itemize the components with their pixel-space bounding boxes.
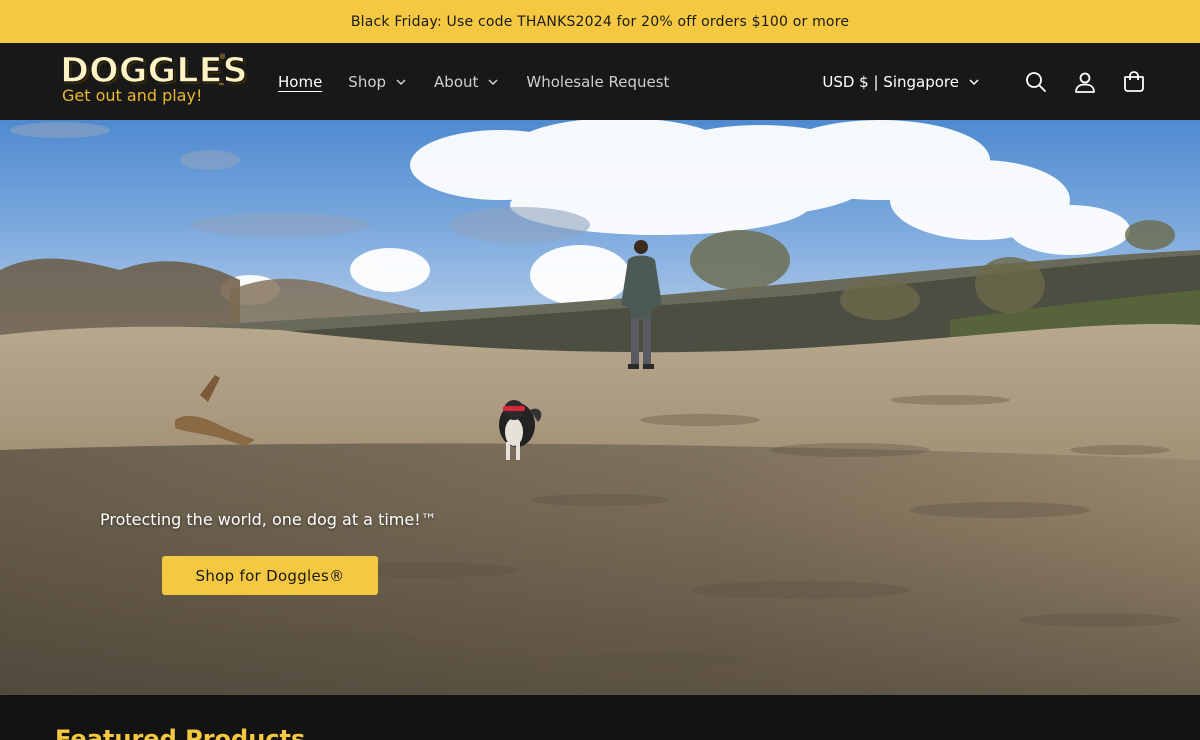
header-tools: USD $ | Singapore: [822, 43, 1148, 120]
site-header: DOGGLES ® Get out and play! ™ Home Shop …: [0, 43, 1200, 120]
locale-selector[interactable]: USD $ | Singapore: [822, 73, 981, 91]
main-nav: Home Shop About Wholesale Request: [278, 43, 695, 120]
announcement-bar: Black Friday: Use code THANKS2024 for 20…: [0, 0, 1200, 43]
nav-item-label: Home: [278, 72, 323, 91]
chevron-down-icon: [488, 78, 498, 85]
chevron-down-icon: [396, 78, 406, 85]
account-icon: [1075, 72, 1095, 93]
search-button[interactable]: [1022, 68, 1050, 96]
cart-icon: [1124, 70, 1144, 92]
nav-item-home[interactable]: Home: [278, 43, 322, 120]
nav-item-label: Wholesale Request: [526, 72, 670, 91]
logo-trademark: ™: [218, 83, 224, 89]
cart-button[interactable]: [1120, 68, 1148, 96]
featured-products-section: Featured Products: [0, 695, 1200, 740]
logo-tagline: Get out and play!: [62, 86, 203, 105]
shop-for-doggles-button[interactable]: Shop for Doggles®: [162, 556, 378, 595]
featured-products-title: Featured Products: [55, 725, 306, 740]
nav-item-about[interactable]: About: [434, 43, 500, 120]
search-icon: [1026, 71, 1046, 92]
hero-banner: Protecting the world, one dog at a time!…: [0, 120, 1200, 695]
announcement-text: Black Friday: Use code THANKS2024 for 20…: [350, 13, 850, 30]
nav-item-label: About: [434, 72, 479, 91]
account-button[interactable]: [1071, 68, 1099, 96]
nav-item-wholesale[interactable]: Wholesale Request: [526, 43, 669, 120]
brand-logo[interactable]: DOGGLES ® Get out and play! ™: [59, 51, 248, 110]
chevron-down-icon: [969, 78, 979, 85]
nav-item-label: Shop: [348, 72, 387, 91]
hero-background-image: [0, 120, 1200, 695]
locale-label: USD $ | Singapore: [822, 72, 959, 91]
nav-item-shop[interactable]: Shop: [348, 43, 408, 120]
hero-tagline: Protecting the world, one dog at a time!…: [100, 510, 437, 529]
logo-registered-mark: ®: [220, 54, 226, 61]
